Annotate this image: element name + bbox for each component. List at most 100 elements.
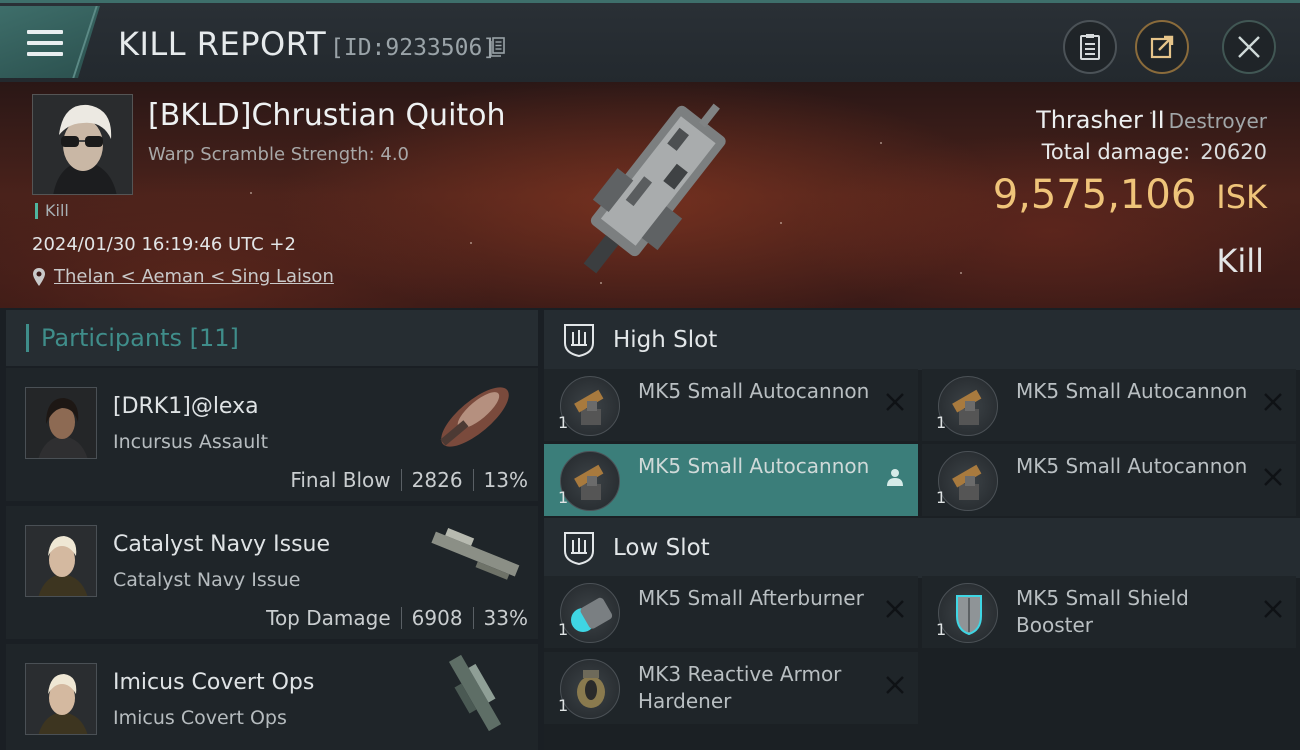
participant-stats: Final Blow 2826 13% [290, 468, 528, 492]
location-pin-icon [33, 267, 45, 286]
participant-row[interactable]: [DRK1]@lexa Incursus Assault Final Blow … [6, 368, 538, 501]
module-slot[interactable]: 1 MK5 Small Afterburner [544, 576, 918, 648]
location-link[interactable]: Thelan < Aeman < Sing Laison [32, 266, 334, 287]
copy-icon[interactable] [490, 37, 506, 57]
module-slot[interactable]: 1 MK5 Small Autocannon [544, 369, 918, 441]
pilot-icon[interactable] [884, 466, 906, 488]
participant-name[interactable]: [DRK1]@lexa [113, 394, 259, 419]
kill-tag: Kill [35, 203, 69, 219]
isk-value: 9,575,106 ISK [993, 172, 1267, 218]
remove-x-icon[interactable] [884, 598, 906, 620]
autocannon-icon [560, 376, 620, 436]
avatar[interactable] [25, 663, 97, 735]
menu-icon [27, 30, 63, 58]
kill-timestamp: 2024/01/30 16:19:46 UTC +2 [32, 234, 296, 255]
participant-role: Final Blow [290, 468, 391, 492]
module-name: MK5 Small Shield Booster [1016, 586, 1189, 637]
module-quantity: 1 [936, 488, 947, 507]
fitting-panel: High Slot 1 MK5 Small Autocannon 1 MK5 S… [544, 310, 1300, 750]
ship-name: Thrasher II [1036, 106, 1165, 134]
victim-portrait[interactable] [32, 94, 133, 195]
afterburner-icon [560, 583, 620, 643]
module-name: MK5 Small Autocannon [1016, 379, 1248, 403]
total-damage-label: Total damage: [1041, 140, 1191, 164]
module-quantity: 1 [936, 620, 947, 639]
participant-damage: 6908 [411, 606, 463, 630]
module-name: MK3 Reactive Armor Hardener [638, 662, 842, 713]
participants-count: [11] [189, 324, 239, 352]
low-slot-icon [564, 532, 594, 565]
remove-x-icon[interactable] [1262, 391, 1284, 413]
participants-title: Participants [41, 324, 182, 352]
high-slot-icon [564, 324, 594, 357]
module-slot[interactable]: 1 MK5 Small Shield Booster [922, 576, 1296, 648]
remove-x-icon[interactable] [884, 674, 906, 696]
close-icon [1238, 36, 1260, 58]
remove-x-icon[interactable] [884, 391, 906, 413]
low-slot-header: Low Slot [544, 518, 1300, 578]
total-damage-value: 20620 [1200, 140, 1267, 164]
ship-class: Destroyer [1168, 109, 1267, 133]
high-slot-title: High Slot [613, 327, 718, 353]
shield-booster-icon [938, 583, 998, 643]
module-quantity: 1 [558, 488, 569, 507]
participant-ship-image [440, 387, 509, 447]
participant-ship-image [448, 654, 502, 732]
participants-panel: Participants [11] [DRK1]@lexa Incursus A… [6, 310, 538, 750]
location-text[interactable]: Thelan < Aeman < Sing Laison [54, 266, 334, 287]
isk-unit: ISK [1216, 178, 1267, 216]
remove-x-icon[interactable] [1262, 466, 1284, 488]
autocannon-icon [938, 451, 998, 511]
armor-hardener-icon [560, 659, 620, 719]
module-slot-selected[interactable]: 1 MK5 Small Autocannon [544, 444, 918, 516]
autocannon-icon [938, 376, 998, 436]
close-button[interactable] [1222, 20, 1276, 74]
avatar[interactable] [25, 525, 97, 597]
module-slot[interactable]: 1 MK3 Reactive Armor Hardener [544, 652, 918, 724]
participant-ship: Catalyst Navy Issue [113, 569, 301, 591]
kill-id: [ID:9233506] [330, 35, 497, 61]
avatar[interactable] [25, 387, 97, 459]
module-name: MK5 Small Afterburner [638, 586, 864, 610]
victim-name[interactable]: [BKLD]Chrustian Quitoh [148, 98, 506, 133]
kill-result: Kill [1216, 242, 1264, 280]
total-damage: Total damage: 20620 [1042, 140, 1267, 164]
participant-ship: Incursus Assault [113, 431, 269, 453]
isk-amount: 9,575,106 [992, 172, 1197, 218]
module-quantity: 1 [558, 413, 569, 432]
module-quantity: 1 [558, 696, 569, 715]
warp-scramble-strength: Warp Scramble Strength: 4.0 [148, 144, 410, 165]
participant-percent: 13% [483, 468, 528, 492]
remove-x-icon[interactable] [1262, 598, 1284, 620]
victim-banner: [BKLD]Chrustian Quitoh Warp Scramble Str… [0, 82, 1300, 308]
participant-stats: Top Damage 6908 33% [266, 606, 528, 630]
module-quantity: 1 [558, 620, 569, 639]
participant-role: Top Damage [266, 606, 391, 630]
top-bar: KILL REPORT [ID:9233506] [0, 0, 1300, 82]
module-name: MK5 Small Autocannon [638, 379, 870, 403]
participant-damage: 2826 [411, 468, 463, 492]
participant-name[interactable]: Imicus Covert Ops [113, 670, 314, 695]
autocannon-icon [560, 451, 620, 511]
participants-header: Participants [11] [6, 310, 538, 366]
module-name: MK5 Small Autocannon [638, 454, 870, 478]
module-name: MK5 Small Autocannon [1016, 454, 1248, 478]
participant-ship: Imicus Covert Ops [113, 707, 287, 729]
module-quantity: 1 [936, 413, 947, 432]
victim-ship-render [583, 103, 726, 274]
report-button[interactable] [1063, 20, 1117, 74]
victim-ship-type: Thrasher II Destroyer [1036, 106, 1267, 134]
participant-name[interactable]: Catalyst Navy Issue [113, 532, 330, 557]
page-title: KILL REPORT [118, 25, 327, 63]
participant-row[interactable]: Imicus Covert Ops Imicus Covert Ops [6, 644, 538, 750]
participant-percent: 33% [483, 606, 528, 630]
participant-row[interactable]: Catalyst Navy Issue Catalyst Navy Issue … [6, 506, 538, 639]
share-button[interactable] [1135, 20, 1189, 74]
report-icon [1080, 34, 1100, 60]
participant-ship-image [431, 527, 520, 580]
module-slot[interactable]: 1 MK5 Small Autocannon [922, 369, 1296, 441]
share-icon [1150, 35, 1174, 59]
high-slot-header: High Slot [544, 310, 1300, 370]
low-slot-title: Low Slot [613, 535, 710, 561]
module-slot[interactable]: 1 MK5 Small Autocannon [922, 444, 1296, 516]
